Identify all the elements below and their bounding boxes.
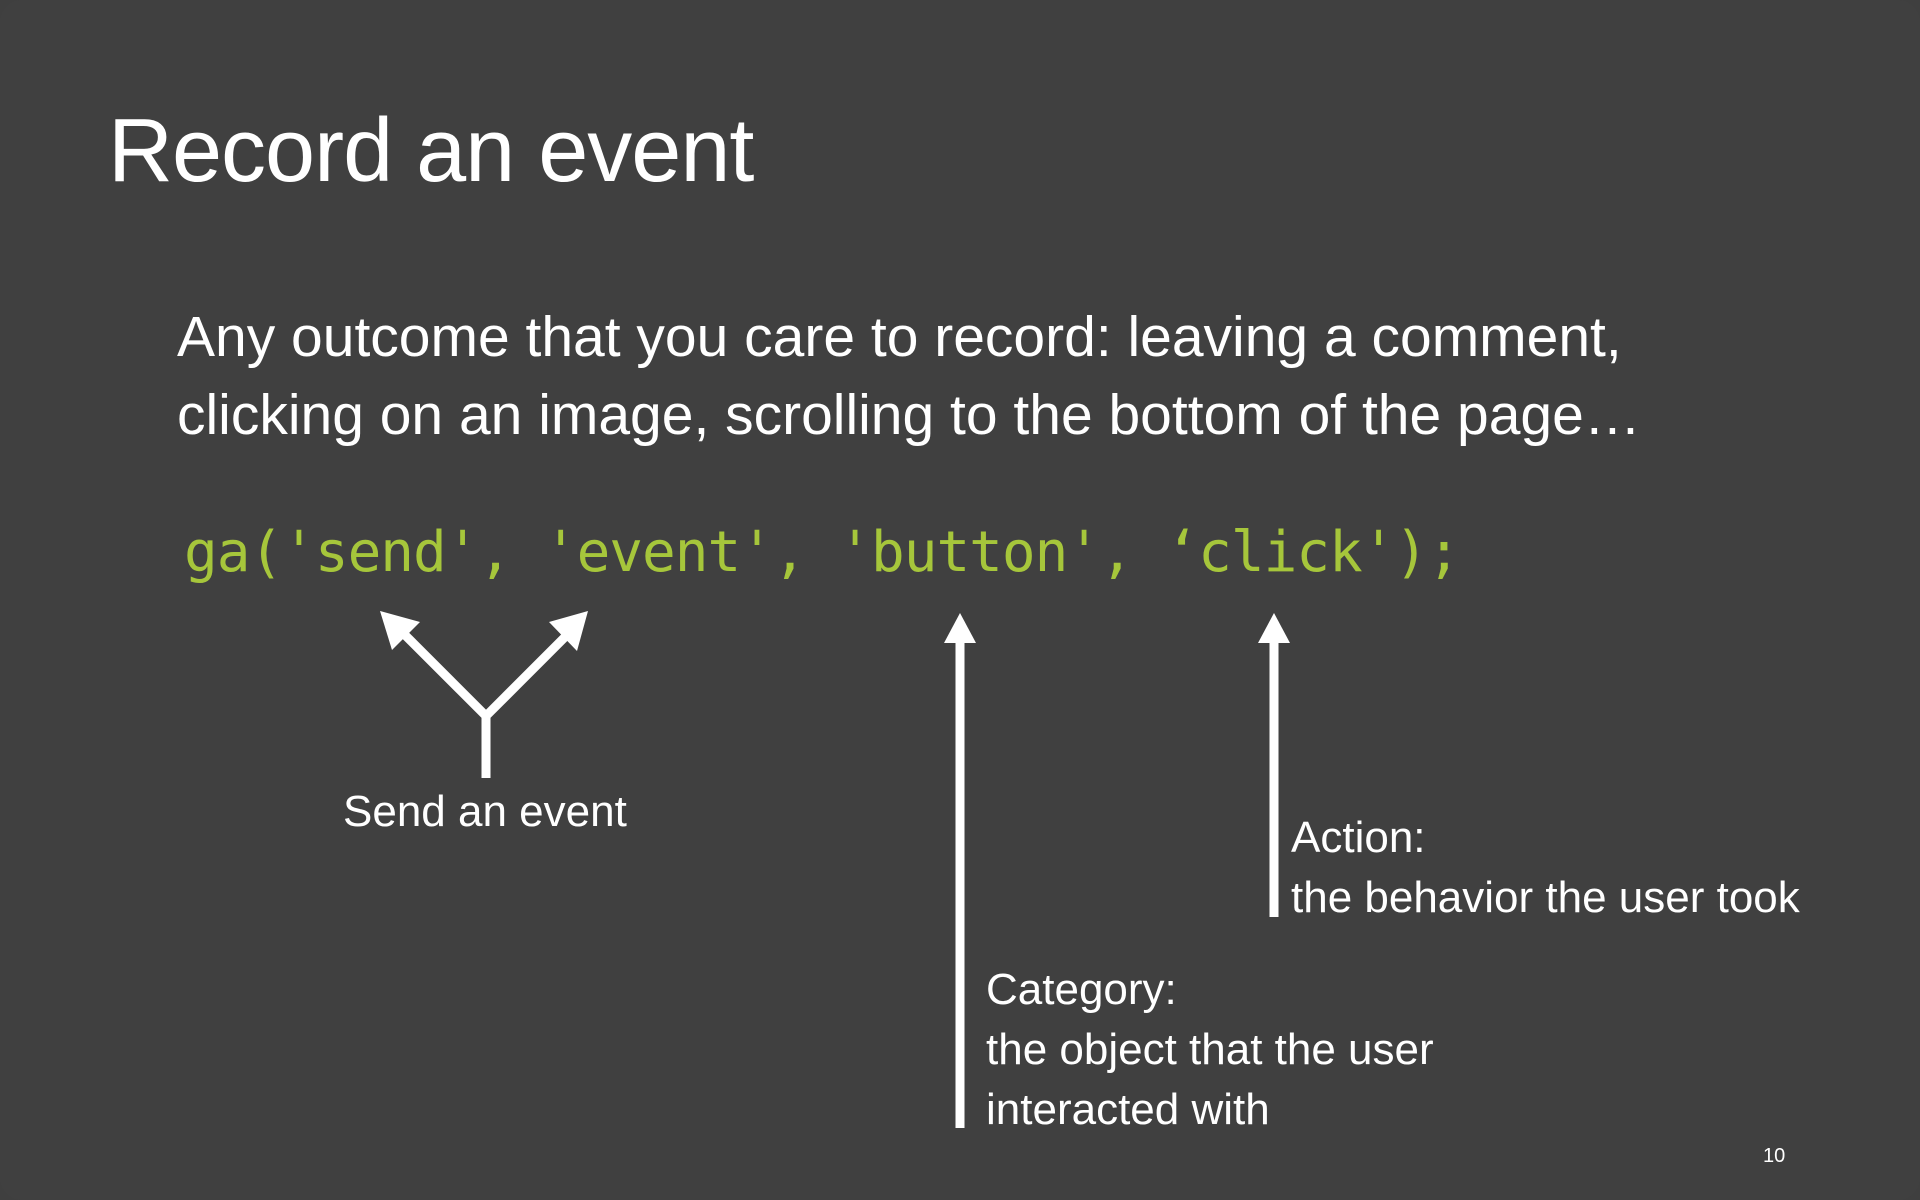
category-label-description-1: the object that the user xyxy=(986,1025,1434,1074)
send-arrow-icon xyxy=(395,625,574,778)
slide: Record an event Any outcome that you car… xyxy=(0,0,1920,1200)
page-number: 10 xyxy=(1763,1145,1786,1167)
category-label: Category: the object that the user inter… xyxy=(986,960,1434,1140)
send-event-label: Send an event xyxy=(343,787,627,836)
action-label-heading: Action: xyxy=(1291,813,1426,862)
action-arrowhead-icon xyxy=(1258,613,1290,643)
action-label-description: the behavior the user took xyxy=(1291,873,1800,922)
category-label-description-2: interacted with xyxy=(986,1085,1270,1134)
category-label-heading: Category: xyxy=(986,965,1177,1014)
category-arrowhead-icon xyxy=(944,613,976,643)
annotation-arrows xyxy=(380,611,1290,1128)
action-label: Action: the behavior the user took xyxy=(1291,808,1800,928)
